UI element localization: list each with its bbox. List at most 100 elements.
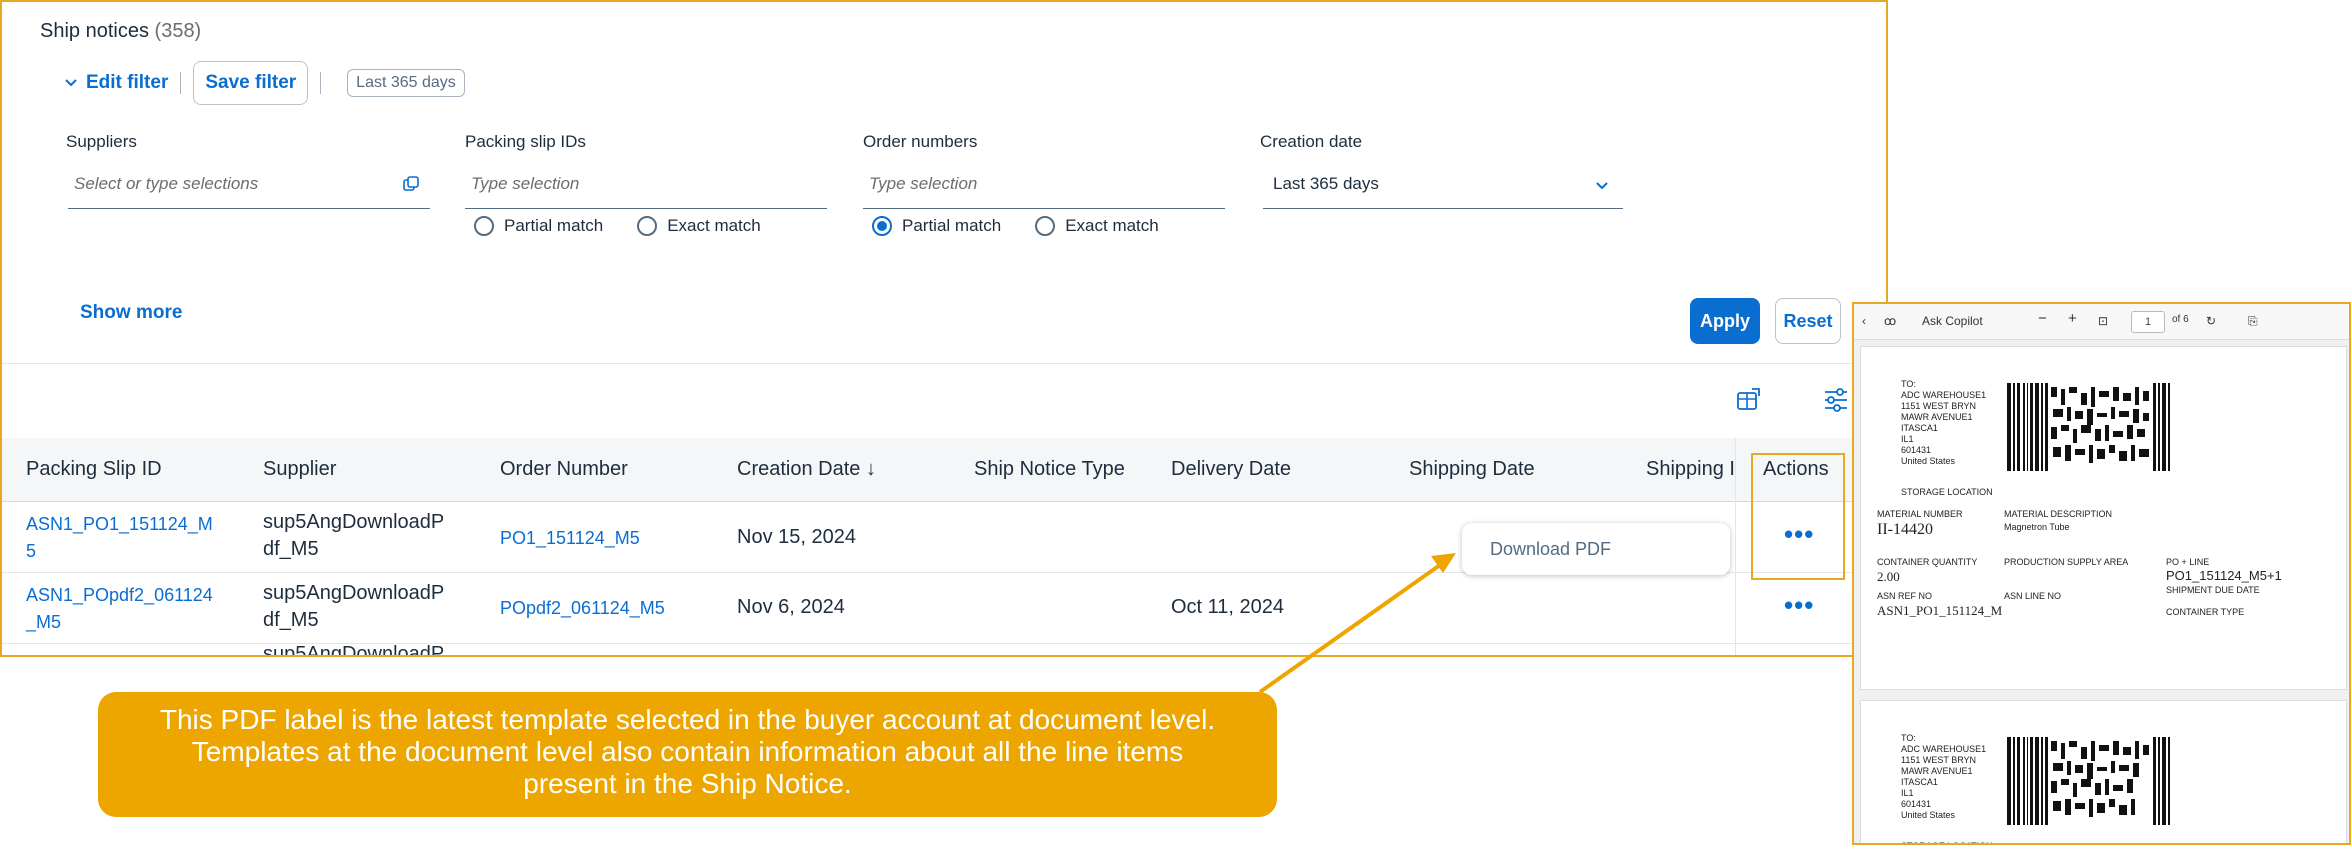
storage-location-label: STORAGE LOCATION	[1901, 487, 1993, 497]
barcode-image	[2007, 737, 2170, 825]
delivery-date-cell: Oct 11, 2024	[1171, 596, 1285, 618]
po-line-label: PO + LINE	[2166, 557, 2210, 567]
material-description-label: MATERIAL DESCRIPTION	[2004, 509, 2113, 519]
creation-date-value: Last 365 days	[1273, 174, 1379, 193]
packing-slip-partial-label: Partial match	[504, 216, 604, 235]
pdf-page: TO: ADC WAREHOUSE1 1151 WEST BRYN MAWR A…	[1860, 346, 2347, 690]
asn-ref-label: ASN REF NO	[1877, 591, 1933, 601]
actions-popover: Download PDF	[1462, 523, 1730, 575]
order-numbers-placeholder: Type selection	[869, 174, 978, 193]
packing-slip-partial-radio[interactable]	[474, 216, 494, 236]
page-title: Ship notices (358)	[40, 20, 201, 43]
order-numbers-input[interactable]: Type selection	[863, 165, 1225, 209]
filter-toolbar: Edit filter Save filter Last 365 days	[64, 60, 465, 106]
label-to: TO: ADC WAREHOUSE1 1151 WEST BRYN MAWR A…	[1901, 379, 1987, 466]
period-chip: Last 365 days	[347, 69, 465, 97]
chevron-icon[interactable]: ‹	[1862, 314, 1866, 328]
suppliers-placeholder: Select or type selections	[74, 174, 259, 193]
reset-button[interactable]: Reset	[1775, 298, 1841, 344]
show-more-link[interactable]: Show more	[80, 302, 182, 324]
suppliers-input[interactable]: Select or type selections	[68, 165, 430, 209]
asn-line-label: ASN LINE NO	[2004, 591, 2062, 601]
creation-date-select[interactable]: Last 365 days	[1263, 165, 1623, 209]
fit-page-icon[interactable]: ⊡	[2098, 314, 2108, 328]
packing-slip-input[interactable]: Type selection	[465, 165, 827, 209]
container-type-label: CONTAINER TYPE	[2166, 607, 2245, 617]
pdf-page: TO: ADC WAREHOUSE1 1151 WEST BRYN MAWR A…	[1860, 700, 2347, 843]
divider	[180, 72, 182, 94]
creation-date-label: Creation date	[1260, 132, 1363, 151]
order-numbers-partial-label: Partial match	[902, 216, 1002, 235]
po-line-value: PO1_151124_M5+1	[2166, 568, 2282, 583]
suppliers-label: Suppliers	[66, 132, 137, 151]
col-packing-slip-id[interactable]: Packing Slip ID	[26, 458, 162, 481]
shipment-due-date-label: SHIPMENT DUE DATE	[2166, 585, 2260, 595]
chevron-down-icon	[65, 79, 77, 87]
order-numbers-exact-radio[interactable]	[1035, 216, 1056, 236]
col-ship-notice-type[interactable]: Ship Notice Type	[974, 458, 1125, 481]
packing-slip-placeholder: Type selection	[471, 174, 580, 193]
packing-slip-link[interactable]: ASN1_PO1_151124_M 5	[26, 511, 213, 565]
table-row[interactable]: sup5AngDownloadP	[2, 643, 1886, 655]
ask-copilot-button[interactable]: Ask Copilot	[1922, 314, 1983, 328]
more-actions-button[interactable]: •••	[1784, 590, 1814, 621]
supplier-cell: sup5AngDownloadP df_M5	[263, 511, 445, 560]
order-numbers-label: Order numbers	[863, 132, 978, 151]
page-count: of 6	[2172, 314, 2189, 325]
supplier-cell: sup5AngDownloadP	[263, 643, 445, 657]
page-number-input[interactable]: 1	[2131, 311, 2165, 333]
order-numbers-exact-label: Exact match	[1065, 216, 1159, 235]
packing-slip-exact-label: Exact match	[667, 216, 761, 235]
callout-line-3: present in the Ship Notice.	[523, 768, 852, 799]
container-quantity-value: 2.00	[1877, 569, 1900, 584]
table-header: Packing Slip ID Supplier Order Number Cr…	[2, 438, 1886, 502]
pdf-toolbar: ‹ ꝏ Ask Copilot − + ⊡ 1 of 6 ↻ ⎘	[1854, 304, 2349, 340]
order-number-link[interactable]: POpdf2_061124_M5	[500, 595, 665, 622]
divider	[320, 72, 322, 94]
app-frame: Ship notices (358) Edit filter Save filt…	[0, 0, 1888, 657]
result-count: (358)	[154, 20, 202, 42]
asn-ref-value: ASN1_PO1_151124_M	[1877, 603, 2003, 618]
packing-slip-exact-radio[interactable]	[637, 216, 658, 236]
order-numbers-partial-radio[interactable]	[872, 216, 892, 236]
col-order-number[interactable]: Order Number	[500, 458, 628, 481]
edit-filter-label: Edit filter	[86, 72, 169, 93]
highlight-box	[1751, 453, 1845, 580]
page-title-text: Ship notices	[40, 20, 149, 42]
label-to: TO: ADC WAREHOUSE1 1151 WEST BRYN MAWR A…	[1901, 733, 1987, 820]
col-shipping-date[interactable]: Shipping Date	[1409, 458, 1535, 481]
apply-button[interactable]: Apply	[1690, 298, 1760, 344]
container-quantity-label: CONTAINER QUANTITY	[1877, 557, 1978, 567]
material-description-value: Magnetron Tube	[2004, 522, 2070, 532]
table-row[interactable]: ASN1_POpdf2_061124 _M5 sup5AngDownloadP …	[2, 574, 1886, 644]
pdf-viewer: ‹ ꝏ Ask Copilot − + ⊡ 1 of 6 ↻ ⎘ TO: ADC…	[1852, 302, 2351, 845]
packing-slip-match-group: Partial match Exact match	[474, 216, 761, 236]
page-view-icon[interactable]: ⎘	[2248, 314, 2258, 329]
packing-slip-label: Packing slip IDs	[465, 132, 586, 151]
edit-filter-button[interactable]: Edit filter	[64, 72, 168, 94]
download-pdf-menu-item[interactable]: Download PDF	[1490, 539, 1611, 559]
production-supply-area-label: PRODUCTION SUPPLY AREA	[2004, 557, 2129, 567]
export-table-icon[interactable]	[1735, 387, 1761, 413]
callout-line-2: Templates at the document level also con…	[191, 736, 1184, 767]
barcode-image	[2007, 383, 2170, 471]
annotation-callout: This PDF label is the latest template se…	[98, 692, 1277, 817]
read-aloud-icon[interactable]: ꝏ	[1884, 314, 1896, 328]
col-delivery-date[interactable]: Delivery Date	[1171, 458, 1291, 481]
callout-line-1: This PDF label is the latest template se…	[159, 704, 1216, 735]
packing-slip-link[interactable]: ASN1_POpdf2_061124 _M5	[26, 582, 213, 636]
rotate-icon[interactable]: ↻	[2206, 314, 2216, 328]
col-creation-date[interactable]: Creation Date ↓	[737, 458, 876, 481]
col-supplier[interactable]: Supplier	[263, 458, 336, 481]
order-number-link[interactable]: PO1_151124_M5	[500, 525, 640, 552]
save-filter-button[interactable]: Save filter	[193, 61, 309, 105]
zoom-in-button[interactable]: +	[2068, 310, 2077, 327]
material-number-value: II-14420	[1877, 521, 1933, 538]
creation-date-cell: Nov 15, 2024	[737, 526, 856, 548]
zoom-out-button[interactable]: −	[2038, 310, 2047, 327]
order-numbers-match-group: Partial match Exact match	[872, 216, 1159, 236]
col-shipping-i[interactable]: Shipping I	[1646, 458, 1735, 481]
chevron-down-icon	[1596, 182, 1608, 190]
table-settings-icon[interactable]	[1822, 387, 1850, 413]
value-help-icon[interactable]	[402, 175, 420, 193]
